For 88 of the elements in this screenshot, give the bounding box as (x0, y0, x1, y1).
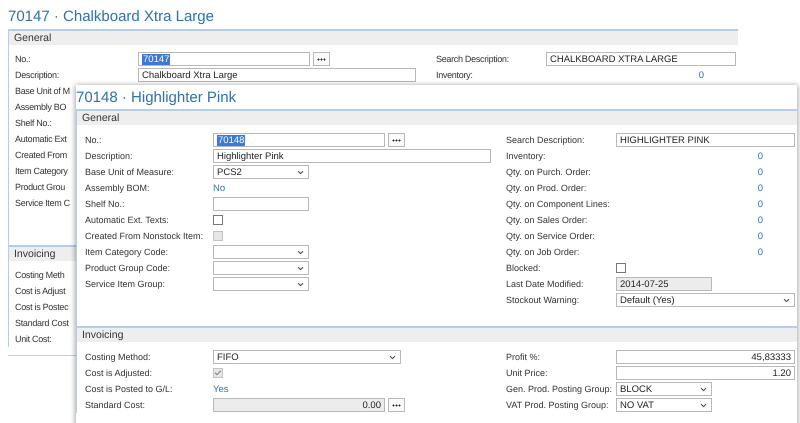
ellipsis-icon (317, 58, 326, 63)
field-label: Inventory: (506, 151, 546, 161)
lookup-field[interactable]: 70147 (138, 52, 310, 66)
text-field[interactable]: Chalkboard Xtra Large (138, 68, 416, 82)
field-label: Created From Nonstock Item: (85, 231, 204, 241)
field-label: Cost is Adjust (15, 286, 66, 296)
dropdown-field[interactable]: Default (Yes) (616, 293, 795, 307)
field-label: Qty. on Job Order: (506, 247, 580, 257)
lookup-button[interactable] (388, 398, 405, 412)
field-value[interactable]: 0 (758, 150, 763, 162)
field-value[interactable]: 0 (758, 182, 763, 194)
section-header[interactable]: General (82, 112, 120, 124)
lookup-field[interactable]: 70148 (213, 133, 385, 147)
field-label: Stockout Warning: (506, 295, 580, 305)
field-label: Qty. on Service Order: (506, 231, 595, 241)
section-header[interactable]: General (14, 32, 52, 44)
field-label: Description: (85, 151, 133, 161)
field-label: Standard Cost: (85, 400, 146, 410)
field-label: Unit Price: (506, 368, 548, 378)
check-icon (214, 369, 222, 377)
text-field[interactable]: 45,83333 (616, 350, 795, 364)
field-label: Qty. on Prod. Order: (506, 183, 586, 193)
field-label: Profit %: (506, 352, 540, 362)
field-label: Qty. on Sales Order: (506, 215, 588, 225)
field-label: Cost is Postec (15, 302, 68, 312)
lookup-button[interactable] (388, 133, 405, 147)
field-label: Product Group Code: (85, 263, 170, 273)
field-label: Standard Cost (15, 318, 69, 328)
dropdown-field[interactable]: PCS2 (213, 165, 309, 179)
window-title: 70147 · Chalkboard Xtra Large (8, 8, 214, 25)
field-label: No.: (85, 135, 102, 145)
dropdown-field[interactable]: BLOCK (616, 382, 712, 396)
dropdown-field[interactable] (213, 261, 309, 275)
field-label: Costing Meth (15, 270, 64, 280)
ellipsis-icon (392, 139, 401, 144)
field-label: Service Item C (15, 198, 70, 208)
field-label: Item Category (15, 166, 68, 176)
field-value[interactable]: 0 (758, 166, 763, 178)
field-label: Assembly BO (15, 102, 66, 112)
text-field[interactable]: HIGHLIGHTER PINK (616, 133, 795, 147)
field-link[interactable]: Yes (213, 384, 228, 394)
field-label: Inventory: (436, 70, 473, 80)
dropdown-field[interactable]: NO VAT (616, 398, 712, 412)
section-header[interactable]: Invoicing (14, 248, 56, 260)
field-label: Search Description: (506, 135, 585, 145)
ellipsis-icon (392, 404, 401, 409)
field-label: Service Item Group: (85, 279, 166, 289)
field-label: Last Date Modified: (506, 279, 584, 289)
field-label: Search Description: (436, 54, 509, 64)
field-label: Assembly BOM: (85, 183, 150, 193)
field-label: Description: (15, 70, 59, 80)
field-label: Qty. on Component Lines: (506, 199, 610, 209)
checkbox[interactable] (213, 215, 223, 225)
field-label: No.: (15, 54, 30, 64)
text-field[interactable]: 1.20 (616, 366, 795, 380)
field-label: Blocked: (506, 263, 541, 273)
text-field[interactable]: Highlighter Pink (213, 149, 491, 163)
field-value[interactable]: 0 (758, 246, 763, 258)
window-title: 70148 · Highlighter Pink (76, 88, 236, 106)
dropdown-field[interactable] (213, 245, 309, 259)
checkbox[interactable] (616, 263, 626, 273)
field-label: Cost is Adjusted: (85, 368, 152, 378)
text-field[interactable] (213, 197, 309, 211)
field-value[interactable]: 0 (758, 198, 763, 210)
dropdown-field[interactable]: FIFO (213, 350, 401, 364)
field-label: Automatic Ext (15, 134, 67, 144)
field-label: Cost is Posted to G/L: (85, 384, 173, 394)
field-label: Created From (15, 150, 67, 160)
field-label: Base Unit of M (15, 86, 70, 96)
field-link[interactable]: No (213, 182, 226, 194)
field-label: Unit Cost: (15, 334, 52, 344)
field-label: Item Category Code: (85, 247, 168, 257)
field-label: Shelf No.: (15, 118, 52, 128)
field-value[interactable]: 0 (698, 70, 704, 80)
field-value[interactable]: 0 (758, 230, 763, 242)
field-label: VAT Prod. Posting Group: (506, 400, 609, 410)
field-label: Shelf No.: (85, 199, 125, 209)
field-label: Costing Method: (85, 352, 151, 362)
field-label: Automatic Ext. Texts: (85, 215, 169, 225)
field-value[interactable]: 0 (758, 214, 763, 226)
field-label: Product Grou (15, 182, 65, 192)
dropdown-field[interactable] (213, 277, 309, 291)
text-field[interactable]: CHALKBOARD XTRA LARGE (546, 52, 736, 66)
lookup-button[interactable] (313, 52, 330, 66)
section-header[interactable]: Invoicing (82, 329, 124, 341)
field-label: Base Unit of Measure: (85, 167, 174, 177)
field-label: Qty. on Purch. Order: (506, 167, 591, 177)
field-label: Gen. Prod. Posting Group: (506, 384, 612, 394)
